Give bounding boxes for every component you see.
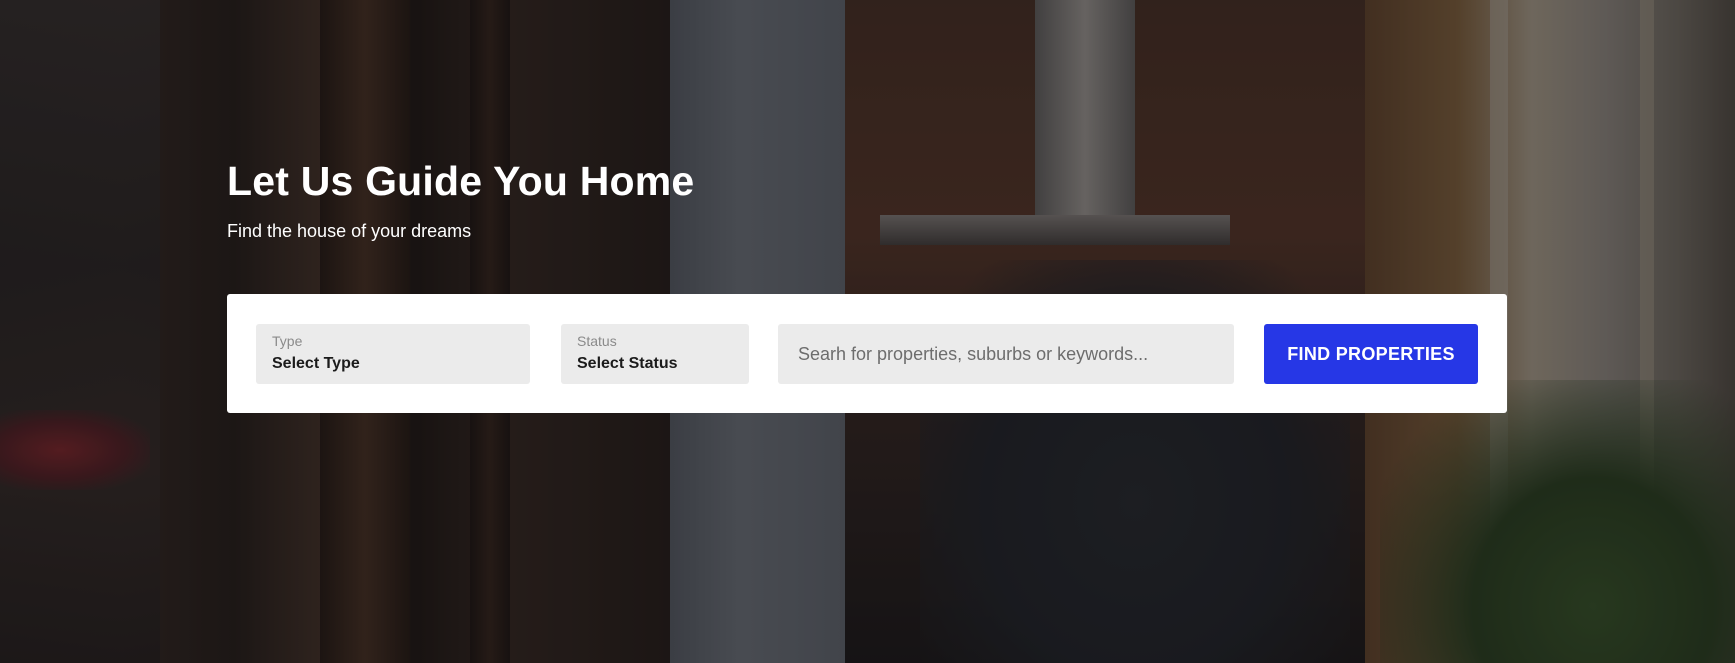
- status-select[interactable]: Status Select Status: [561, 324, 749, 384]
- hero-content: Let Us Guide You Home Find the house of …: [227, 155, 1507, 243]
- find-properties-button[interactable]: FIND PROPERTIES: [1264, 324, 1478, 384]
- property-search-form: Type Select Type Status Select Status FI…: [227, 294, 1507, 413]
- type-select-value: Select Type: [272, 355, 360, 372]
- status-select-value: Select Status: [577, 355, 678, 372]
- hero-subtitle: Find the house of your dreams: [227, 221, 472, 241]
- keyword-search-input[interactable]: [778, 324, 1234, 384]
- hero-title: Let Us Guide You Home: [227, 158, 695, 204]
- type-select[interactable]: Type Select Type: [256, 324, 530, 384]
- type-select-label: Type: [272, 333, 303, 349]
- status-select-label: Status: [577, 333, 617, 349]
